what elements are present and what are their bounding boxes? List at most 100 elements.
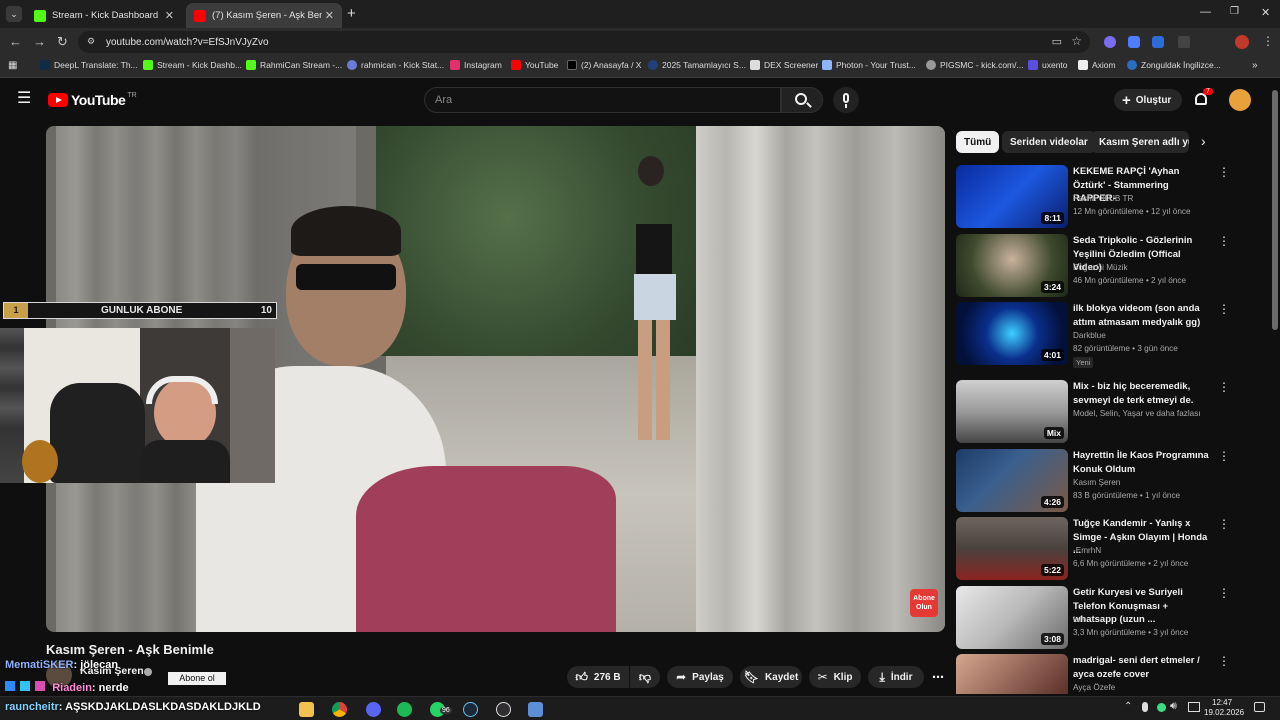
recommendation-item[interactable]: 4:26 Hayrettin İle Kaos Programına Konuk… [956, 449, 1246, 513]
tray-mic-icon[interactable] [1142, 702, 1148, 712]
clip-button[interactable]: ✂ Klip [809, 666, 861, 688]
back-icon[interactable]: ← [9, 34, 22, 49]
more-icon[interactable]: ⋮ [1218, 586, 1230, 600]
thumbnail[interactable]: 4:26 [956, 449, 1068, 512]
bookmark-item[interactable]: Axiom [1078, 60, 1116, 70]
player-subscribe-watermark[interactable]: Abone Olun [910, 589, 938, 617]
chip-series[interactable]: Seriden videolar [1002, 131, 1096, 153]
profile-icon[interactable] [1235, 35, 1249, 49]
thumbnail[interactable]: Mix [956, 380, 1068, 443]
minimize-icon[interactable]: — [1200, 6, 1211, 18]
more-icon[interactable]: ⋮ [1218, 380, 1230, 394]
bookmark-item[interactable]: 2025 Tamamlayıcı S... [648, 60, 746, 70]
save-button[interactable]: 🔖︎ Kaydet [740, 666, 802, 688]
bookmark-item[interactable]: Instagram [450, 60, 502, 70]
search-input[interactable]: Ara [424, 87, 781, 113]
like-button[interactable]: 👍︎ 276 B [567, 666, 629, 688]
app-icon[interactable] [528, 702, 543, 717]
tab-youtube-video[interactable]: (7) Kasım Şeren - Aşk Benimle ✕ [186, 3, 342, 28]
url-bar[interactable]: ⚙ youtube.com/watch?v=EfSJnVJyZvo ▭ ☆ [78, 31, 1090, 53]
youtube-logo[interactable]: YouTube TR [48, 92, 137, 108]
site-info-icon[interactable]: ⚙ [87, 36, 95, 47]
search-button[interactable] [781, 87, 823, 113]
tray-status-icon[interactable] [1157, 703, 1166, 712]
dislike-button[interactable]: 👎︎ [630, 666, 660, 688]
thumbnail[interactable]: 8:11 [956, 165, 1068, 228]
tab-kick-dashboard[interactable]: Stream - Kick Dashboard ✕ [26, 3, 182, 28]
subscribe-button[interactable]: Abone ol [168, 672, 226, 685]
cast-icon[interactable]: ▭ [1052, 35, 1062, 48]
notification-center-icon[interactable] [1254, 702, 1265, 712]
file-explorer-icon[interactable] [299, 702, 314, 717]
more-icon[interactable]: ⋮ [1218, 302, 1230, 316]
download-button[interactable]: ⤓ İndir [868, 666, 924, 688]
apps-icon[interactable]: ▦ [8, 60, 17, 71]
page-scrollbar[interactable] [1272, 90, 1278, 330]
restore-icon[interactable]: ❐ [1230, 6, 1239, 17]
thumbnail[interactable]: 5:22 [956, 517, 1068, 580]
more-icon[interactable]: ⋮ [1218, 449, 1230, 463]
bookmark-item[interactable]: DeepL Translate: Th... [40, 60, 138, 70]
close-window-icon[interactable]: ✕ [1261, 6, 1270, 19]
bookmark-item[interactable]: YouTube [511, 60, 558, 70]
thumbnail[interactable]: 3:08 [956, 586, 1068, 649]
more-icon[interactable]: ⋮ [1218, 654, 1230, 668]
chip-all[interactable]: Tümü [956, 131, 1000, 153]
hamburger-menu-icon[interactable]: ☰ [17, 91, 31, 107]
more-icon[interactable]: ⋮ [1218, 165, 1230, 179]
bookmark-item[interactable]: RahmiCan Stream -... [246, 60, 342, 70]
discord-icon[interactable] [366, 702, 381, 717]
create-button[interactable]: + Oluştur [1114, 89, 1182, 111]
extension-icon[interactable] [1104, 36, 1116, 48]
voice-search-button[interactable] [833, 87, 859, 113]
more-icon[interactable]: ⋮ [1218, 517, 1230, 531]
thumbnail[interactable] [956, 654, 1068, 694]
spotify-icon[interactable] [397, 702, 412, 717]
recommendation-item[interactable]: 4:01 ilk blokya videom (son anda attım a… [956, 302, 1246, 368]
thumbnail[interactable]: 4:01 [956, 302, 1068, 365]
bookmark-item[interactable]: uxento [1028, 60, 1068, 70]
more-icon[interactable]: ⋮ [1218, 234, 1230, 248]
rec-channel: Model, Selin, Yaşar ve daha fazlası [1073, 409, 1201, 418]
more-actions-button[interactable]: ⋯ [928, 666, 948, 688]
share-button[interactable]: ➦ Paylaş [667, 666, 733, 688]
menu-icon[interactable]: ⋮ [1262, 34, 1274, 48]
recommendation-item[interactable]: 3:08 Getir Kuryesi ve Suriyeli Telefon K… [956, 586, 1246, 650]
chrome-icon[interactable] [332, 702, 347, 717]
forward-icon[interactable]: → [33, 34, 46, 49]
extensions-puzzle-icon[interactable] [1178, 36, 1190, 48]
tab-search-icon[interactable]: ⌄ [6, 6, 22, 22]
steam-icon[interactable] [463, 702, 478, 717]
chip-channel[interactable]: Kasım Şeren adlı yük [1091, 131, 1189, 153]
reload-icon[interactable]: ↻ [57, 34, 68, 50]
tray-chevron-icon[interactable]: ⌃ [1124, 701, 1132, 712]
bookmark-star-icon[interactable]: ☆ [1071, 34, 1082, 48]
chip-next-icon[interactable]: › [1201, 133, 1206, 149]
close-icon[interactable]: ✕ [165, 9, 174, 22]
account-avatar[interactable] [1229, 89, 1251, 111]
more-bookmarks-icon[interactable]: » [1252, 60, 1258, 71]
obs-icon[interactable] [496, 702, 511, 717]
bookmark-item[interactable]: DEX Screener [750, 60, 818, 70]
volume-icon[interactable]: 🔊︎ [1170, 700, 1177, 713]
extension-icon[interactable] [1152, 36, 1164, 48]
bookmark-item[interactable]: rahmican - Kick Stat... [347, 60, 444, 70]
bookmark-item[interactable]: Photon - Your Trust... [822, 60, 916, 70]
close-icon[interactable]: ✕ [325, 9, 334, 22]
clock-date[interactable]: 19.02.2026 [1204, 708, 1244, 717]
bookmark-item[interactable]: Zonguldak İngilizce... [1127, 60, 1221, 70]
bookmark-item[interactable]: (2) Anasayfa / X [567, 60, 641, 70]
notifications-button[interactable]: 7 [1193, 88, 1213, 109]
bookmark-item[interactable]: Stream - Kick Dashb... [143, 60, 242, 70]
new-tab-button[interactable]: + [347, 5, 356, 22]
extension-icon[interactable] [1128, 36, 1140, 48]
network-icon[interactable] [1188, 702, 1200, 712]
recommendation-item[interactable]: madrigal- seni dert etmeler / ayca ozefe… [956, 654, 1246, 694]
recommendation-item[interactable]: Mix Mix - biz hiç beceremedik, sevmeyi d… [956, 380, 1246, 444]
recommendation-item[interactable]: 8:11 KEKEME RAPÇİ 'Ayhan Öztürk' - Stamm… [956, 165, 1246, 229]
thumbnail[interactable]: 3:24 [956, 234, 1068, 297]
recommendation-item[interactable]: 3:24 Seda Tripkolic - Gözlerinin Yeşilin… [956, 234, 1246, 298]
recommendation-item[interactable]: 5:22 Tuğçe Kandemir - Yanlış x Simge - A… [956, 517, 1246, 581]
bookmark-item[interactable]: PIGSMC - kick.com/... [926, 60, 1024, 70]
clock-time[interactable]: 12:47 [1212, 698, 1232, 707]
